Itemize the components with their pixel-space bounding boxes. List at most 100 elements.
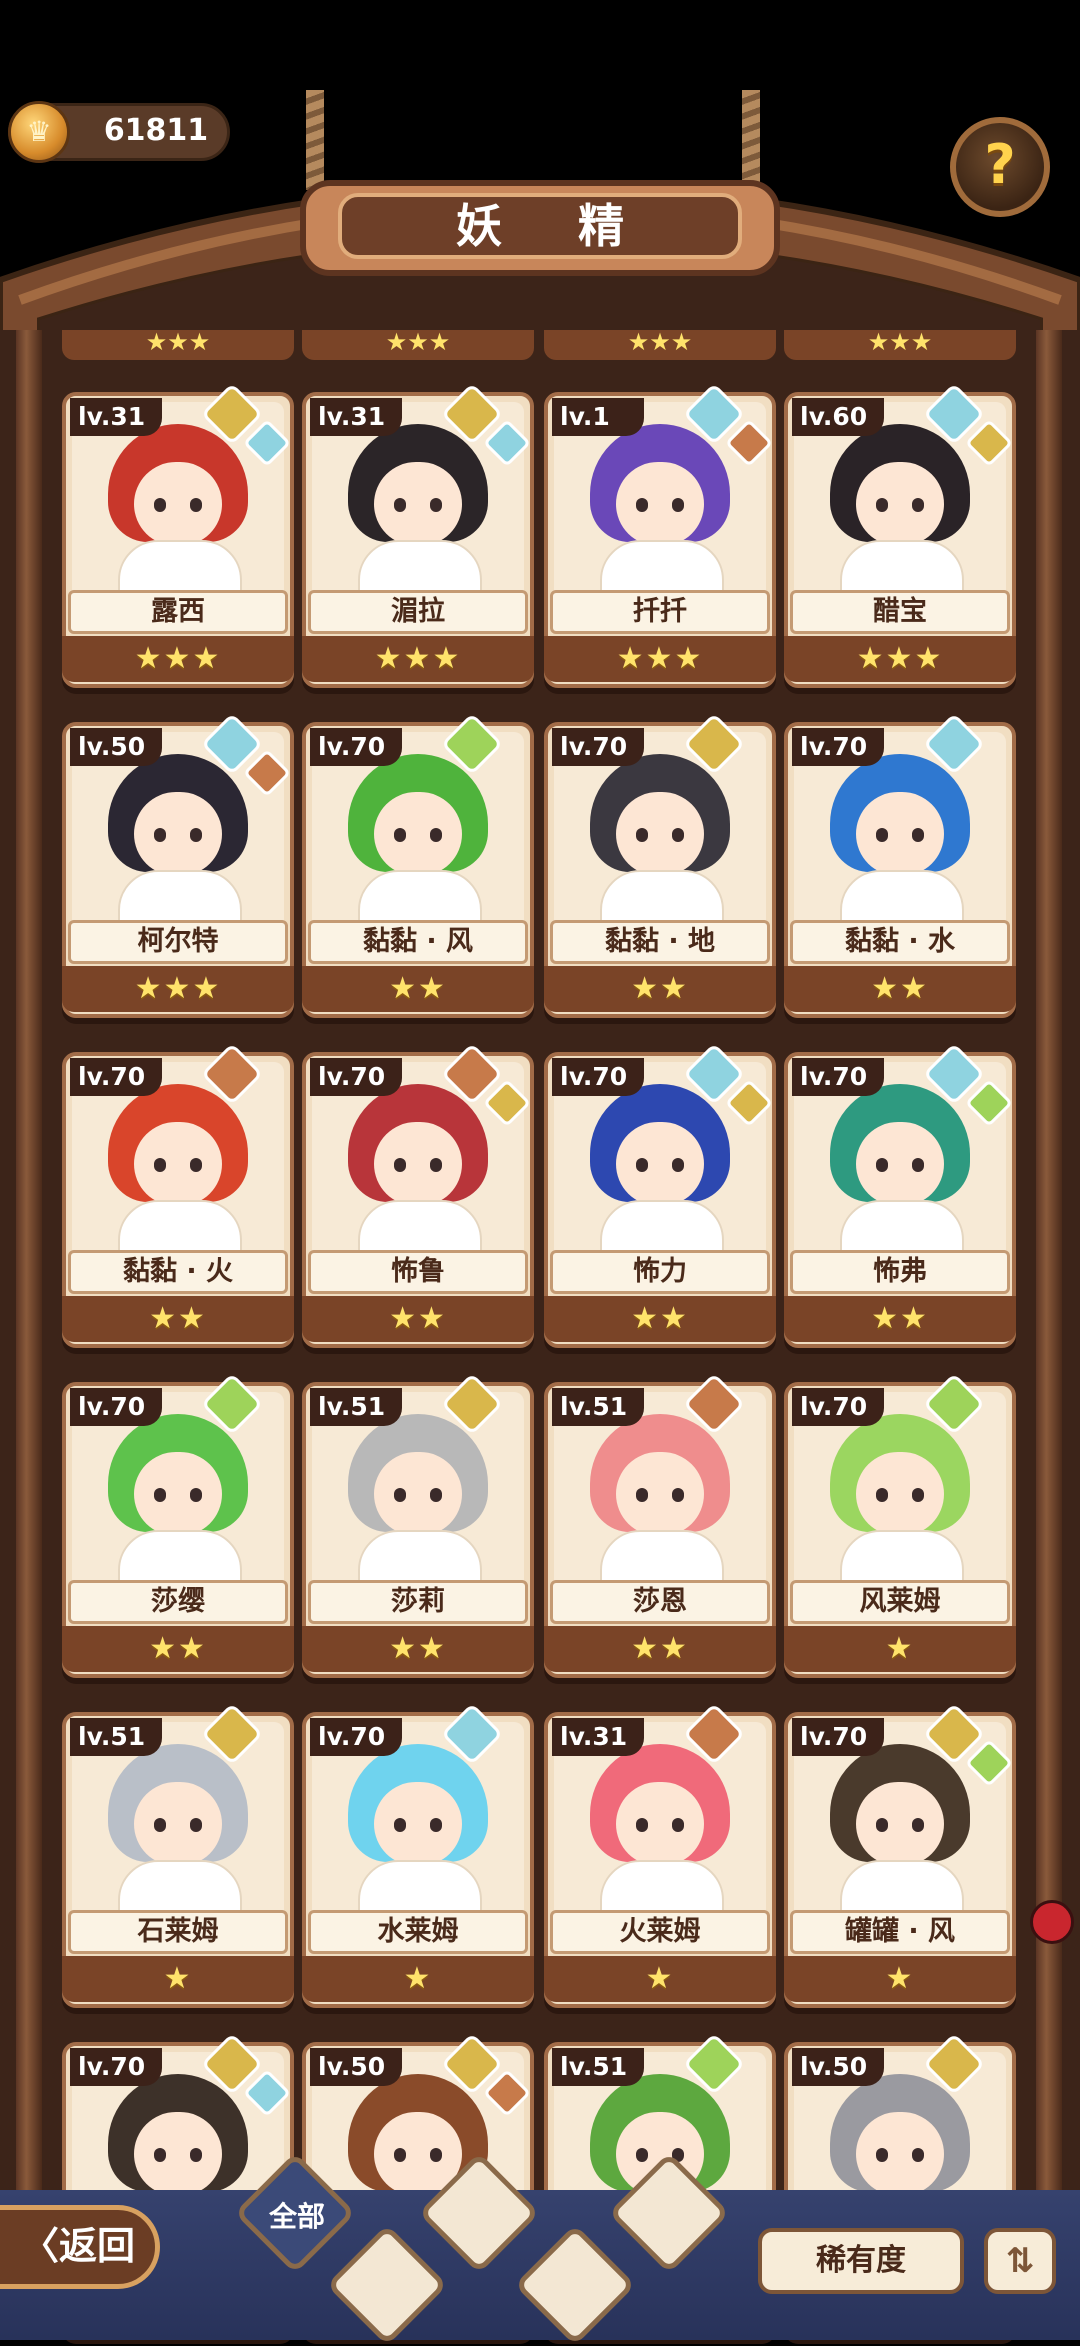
fairy-card[interactable]: lv.70 黏黏 · 水 ★★ [784, 712, 1016, 1018]
question-sprout-icon: ? [984, 133, 1016, 196]
face [616, 1452, 704, 1536]
fairy-name: 醋宝 [790, 590, 1010, 634]
eye [876, 2148, 888, 2162]
eye [430, 2148, 442, 2162]
eye [190, 1818, 202, 1832]
eye [636, 1158, 648, 1172]
eye [636, 1818, 648, 1832]
eye [912, 498, 924, 512]
star-rating: ★★ [62, 1626, 294, 1672]
fairy-name: 莎莉 [308, 1580, 528, 1624]
eye [876, 498, 888, 512]
help-button[interactable]: ? [950, 117, 1050, 217]
eye [636, 828, 648, 842]
fairy-card[interactable]: lv.70 黏黏 · 地 ★★ [544, 712, 776, 1018]
fairy-card[interactable]: lv.70 风莱姆 ★ [784, 1372, 1016, 1678]
rope-right [742, 90, 760, 190]
eye [154, 2148, 166, 2162]
fairy-card[interactable]: lv.70 怖弗 ★★ [784, 1042, 1016, 1348]
eye [636, 1488, 648, 1502]
eye [672, 1818, 684, 1832]
page-title: 妖 精 [338, 193, 742, 259]
card-above-stars: ★★★ [784, 330, 1016, 360]
fairy-name: 莎缨 [68, 1580, 288, 1624]
level-badge: lv.70 [310, 1718, 402, 1756]
fairy-name: 怖力 [550, 1250, 770, 1294]
face [374, 1452, 462, 1536]
back-button[interactable]: 〈返回 [0, 2205, 160, 2289]
fairy-card[interactable]: lv.70 黏黏 · 火 ★★ [62, 1042, 294, 1348]
fairy-name: 扦扦 [550, 590, 770, 634]
level-badge: lv.70 [70, 2048, 162, 2086]
fairy-card[interactable]: lv.70 怖鲁 ★★ [302, 1042, 534, 1348]
fairy-card[interactable]: lv.70 水莱姆 ★ [302, 1702, 534, 2008]
fairy-card[interactable]: lv.51 石莱姆 ★ [62, 1702, 294, 2008]
fairy-card[interactable]: lv.70 莎缨 ★★ [62, 1372, 294, 1678]
face [616, 462, 704, 546]
face [856, 1452, 944, 1536]
eye [190, 828, 202, 842]
fairy-card[interactable]: lv.31 湄拉 ★★★ [302, 382, 534, 688]
fairy-card[interactable]: lv.50 柯尔特 ★★★ [62, 712, 294, 1018]
face [374, 792, 462, 876]
face [856, 792, 944, 876]
card-above-stars: ★★★ [302, 330, 534, 360]
eye [430, 498, 442, 512]
fairy-name: 怖鲁 [308, 1250, 528, 1294]
star-rating: ★★ [544, 1626, 776, 1672]
fairy-name: 湄拉 [308, 590, 528, 634]
eye [912, 1158, 924, 1172]
face [134, 792, 222, 876]
star-rating: ★★ [302, 1626, 534, 1672]
face [616, 1122, 704, 1206]
level-badge: lv.70 [552, 728, 644, 766]
card-above-stars: ★★★ [62, 330, 294, 360]
eye [394, 1818, 406, 1832]
fairy-card[interactable]: lv.1 扦扦 ★★★ [544, 382, 776, 688]
face [374, 1782, 462, 1866]
level-badge: lv.31 [70, 398, 162, 436]
fairy-card[interactable]: lv.70 罐罐 · 风 ★ [784, 1702, 1016, 2008]
fairy-card[interactable]: lv.51 莎莉 ★★ [302, 1372, 534, 1678]
star-rating: ★★★ [62, 636, 294, 682]
ladybug-icon[interactable] [1030, 1900, 1074, 1944]
fairy-name: 怖弗 [790, 1250, 1010, 1294]
sort-order-button[interactable]: ⇅ [984, 2228, 1056, 2294]
level-badge: lv.50 [310, 2048, 402, 2086]
fairy-card[interactable]: lv.31 火莱姆 ★ [544, 1702, 776, 2008]
star-rating: ★★ [784, 966, 1016, 1012]
fairy-card[interactable]: lv.51 莎恩 ★★ [544, 1372, 776, 1678]
face [856, 1122, 944, 1206]
face [134, 462, 222, 546]
level-badge: lv.70 [792, 1058, 884, 1096]
eye [636, 2148, 648, 2162]
face [134, 1782, 222, 1866]
eye [190, 1158, 202, 1172]
eye [912, 1818, 924, 1832]
eye [190, 498, 202, 512]
fairy-name: 莎恩 [550, 1580, 770, 1624]
fairy-name: 黏黏 · 水 [790, 920, 1010, 964]
level-badge: lv.70 [70, 1058, 162, 1096]
fairy-card[interactable]: lv.70 怖力 ★★ [544, 1042, 776, 1348]
eye [154, 1818, 166, 1832]
eye [912, 2148, 924, 2162]
eye [394, 498, 406, 512]
eye [672, 1488, 684, 1502]
star-rating: ★ [784, 1626, 1016, 1672]
eye [876, 828, 888, 842]
level-badge: lv.70 [792, 1388, 884, 1426]
star-rating: ★★ [302, 1296, 534, 1342]
eye [636, 498, 648, 512]
fairy-name: 火莱姆 [550, 1910, 770, 1954]
level-badge: lv.70 [792, 1718, 884, 1756]
face [134, 1122, 222, 1206]
fairy-name: 黏黏 · 风 [308, 920, 528, 964]
fairy-card[interactable]: lv.70 黏黏 · 风 ★★ [302, 712, 534, 1018]
face [134, 1452, 222, 1536]
fairy-card[interactable]: lv.60 醋宝 ★★★ [784, 382, 1016, 688]
rarity-sort-button[interactable]: 稀有度 [758, 2228, 964, 2294]
eye [672, 1158, 684, 1172]
fairy-card[interactable]: lv.31 露西 ★★★ [62, 382, 294, 688]
eye [190, 1488, 202, 1502]
